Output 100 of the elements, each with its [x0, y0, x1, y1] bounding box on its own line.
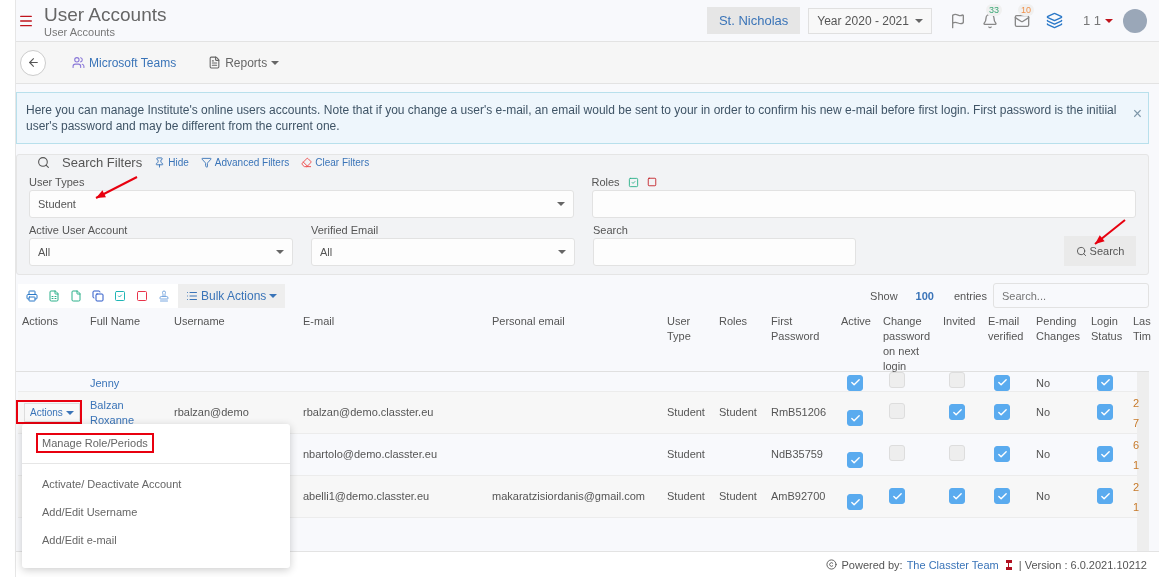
eraser-icon	[301, 157, 313, 168]
column-header: Username	[173, 314, 226, 329]
year-select[interactable]: Year 2020 - 2021	[808, 7, 932, 34]
page-title: User Accounts	[44, 3, 167, 26]
menu-item[interactable]: Add/Edit Username	[22, 498, 290, 526]
checkbox[interactable]	[847, 410, 863, 427]
column-header: Actions	[21, 314, 60, 329]
actions-button[interactable]: Actions	[24, 403, 80, 422]
checkbox[interactable]	[847, 374, 863, 391]
back-button[interactable]	[20, 49, 46, 76]
check-icon	[1099, 377, 1111, 388]
menu-item[interactable]: Add/Edit e-mail	[22, 526, 290, 554]
menu-item[interactable]: Manage Role/Periods	[22, 428, 290, 464]
table-cell-text: 2 1	[1132, 479, 1141, 515]
check-icon	[951, 406, 963, 418]
file-icon[interactable]	[70, 289, 82, 302]
column-header: Personal email	[491, 314, 566, 329]
flag-icon[interactable]	[949, 12, 966, 29]
check-icon	[996, 377, 1008, 388]
table-cell-text: RmB51206	[770, 405, 828, 420]
field-label: Roles	[591, 176, 620, 188]
field-label: Verified Email	[311, 223, 379, 238]
table-cell-text: makaratzisiordanis@gmail.com	[491, 489, 646, 504]
table-search-field[interactable]: Search...	[993, 283, 1149, 308]
search-field[interactable]	[593, 238, 856, 266]
bulk-actions-button[interactable]: Bulk Actions	[178, 283, 286, 308]
toolbar-link[interactable]: Reports	[202, 54, 286, 71]
column-header: Roles	[718, 314, 749, 329]
filter-link[interactable]: Advanced Filters	[200, 157, 290, 168]
table-cell-text: No	[1035, 489, 1052, 504]
check-icon	[996, 406, 1008, 418]
list-icon	[186, 289, 198, 302]
checkbox[interactable]	[847, 494, 863, 511]
checkbox[interactable]	[949, 404, 965, 421]
check-all-icon[interactable]	[114, 289, 126, 302]
deselect-icon[interactable]	[646, 177, 657, 187]
menu-item[interactable]: Activate/ Deactivate Account	[22, 470, 290, 498]
checkbox[interactable]	[1097, 404, 1113, 421]
check-icon	[891, 490, 903, 502]
entries-label: entries	[953, 289, 987, 302]
active-account-select[interactable]: All	[29, 238, 293, 266]
column-header: User Type	[666, 314, 692, 344]
search-button[interactable]: Search	[1064, 236, 1136, 266]
bell-icon[interactable]	[981, 12, 998, 29]
filter-link[interactable]: Clear Filters	[301, 157, 370, 168]
checkbox[interactable]	[1097, 446, 1113, 463]
checkbox[interactable]	[994, 374, 1010, 391]
checkbox[interactable]	[994, 488, 1010, 505]
table-cell-text: rbalzan@demo.classter.eu	[302, 405, 435, 420]
table-cell-text: Student	[718, 489, 758, 504]
table-cell-text: Student	[666, 489, 706, 504]
toolbar-link[interactable]: Microsoft Teams	[66, 54, 183, 71]
user-menu[interactable]: 1 1	[1076, 12, 1119, 29]
show-label: Show	[870, 289, 898, 302]
filter-link[interactable]: Hide	[154, 157, 189, 168]
copy-icon[interactable]	[92, 289, 104, 302]
check-icon	[1099, 490, 1111, 502]
check-icon	[1099, 406, 1111, 418]
roles-field[interactable]	[591, 190, 1136, 218]
table-cell-text: AmB92700	[770, 489, 827, 504]
select-all-icon[interactable]	[627, 176, 639, 188]
user-types-select[interactable]: Student	[29, 190, 574, 218]
page-size[interactable]: 100	[915, 289, 934, 302]
version-label: | Version : 6.0.2021.10212	[1018, 558, 1147, 571]
verified-email-select[interactable]: All	[311, 238, 575, 266]
check-icon	[849, 454, 861, 466]
info-alert: Here you can manage Institute's online users accounts. Note that if you change a user's e-mail, an email would be sent to your in order to confirm his new e-mail before first login. First password is the initiial user's password and may be different from the current one. ×	[16, 92, 1149, 144]
checkbox[interactable]	[1097, 488, 1113, 505]
avatar	[1123, 8, 1147, 33]
document-icon	[208, 56, 222, 69]
checkbox[interactable]	[847, 452, 863, 469]
arrow-left-icon	[26, 56, 40, 69]
highlight-frame	[16, 400, 82, 424]
check-icon	[1099, 448, 1111, 460]
column-header: Invited	[942, 314, 977, 329]
checkbox[interactable]	[1097, 374, 1113, 391]
layers-icon[interactable]	[1045, 12, 1063, 29]
spreadsheet-icon[interactable]	[48, 289, 60, 302]
search-icon	[37, 156, 50, 169]
school-button[interactable]: St. Nicholas	[706, 7, 801, 34]
print-icon[interactable]	[26, 289, 38, 302]
column-header: Full Name	[89, 314, 142, 329]
powered-by-label: Powered by:	[841, 558, 903, 571]
close-button[interactable]: ×	[1132, 105, 1142, 123]
table-cell-text: 2 7	[1132, 395, 1141, 431]
checkbox[interactable]	[949, 488, 965, 505]
table-cell-text: abelli1@demo.classter.eu	[302, 489, 431, 504]
check-icon	[849, 496, 861, 508]
checkbox[interactable]	[889, 488, 905, 505]
stamp-icon[interactable]	[158, 289, 170, 302]
copyright-icon	[826, 559, 838, 570]
uncheck-icon[interactable]	[136, 289, 148, 302]
checkbox[interactable]	[994, 446, 1010, 463]
column-header: Change password on next login	[882, 314, 932, 374]
filters-legend: Search Filters	[62, 155, 143, 170]
table-cell-text: 6 1	[1132, 437, 1141, 473]
column-header: Active	[840, 314, 872, 329]
checkbox[interactable]	[994, 404, 1010, 421]
table-cell-text: Student	[718, 405, 758, 420]
table-cell-text: Student	[666, 447, 706, 462]
